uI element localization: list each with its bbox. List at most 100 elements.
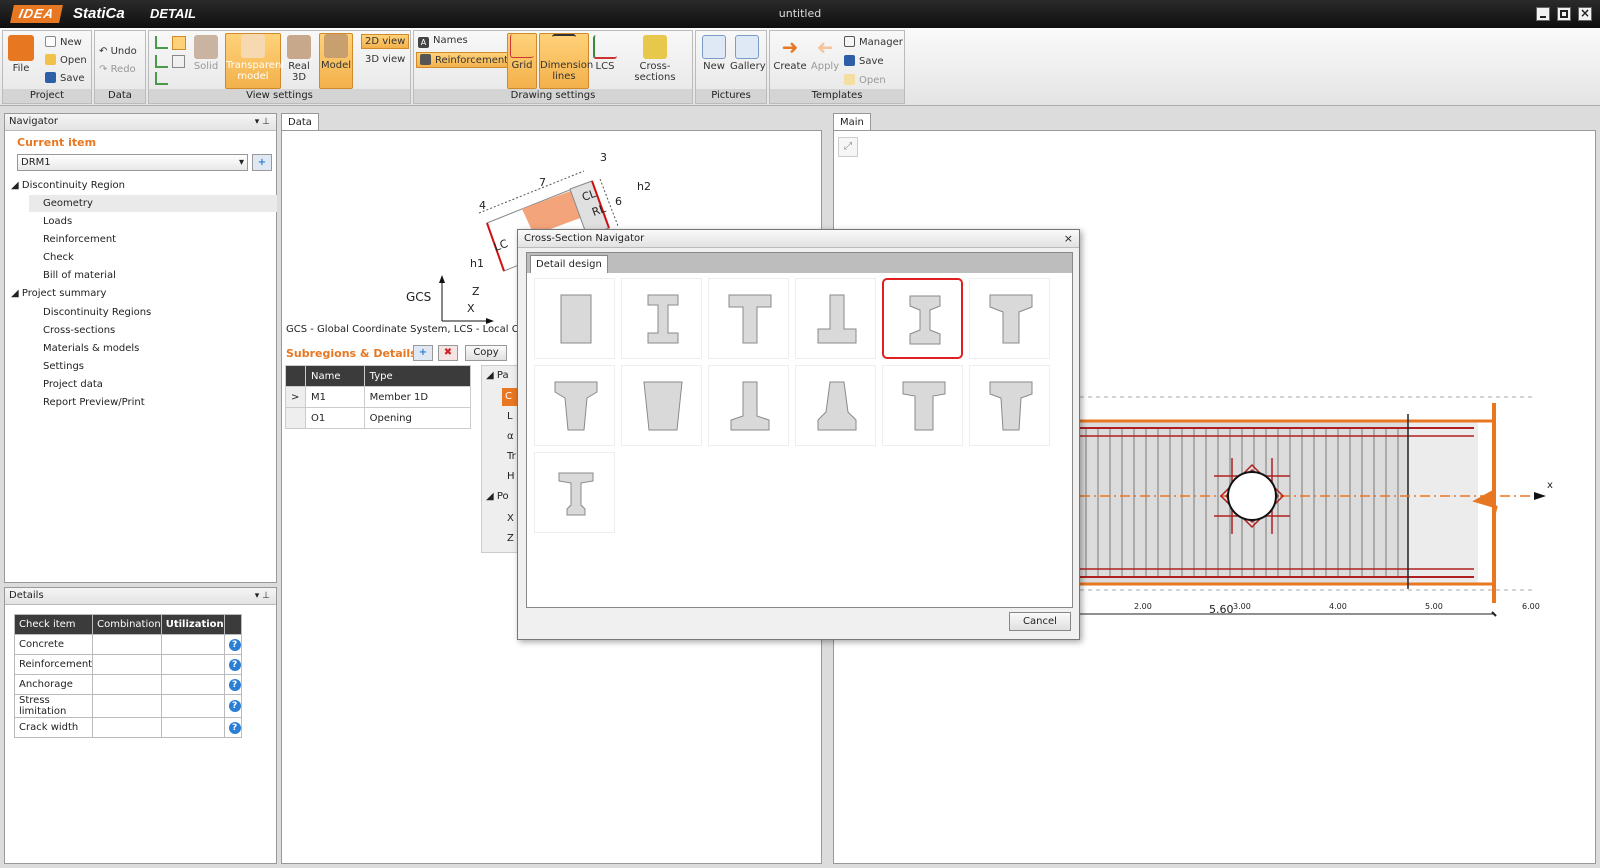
tab-detail-design[interactable]: Detail design xyxy=(530,255,608,273)
shape-rectangle[interactable] xyxy=(534,278,615,359)
shape-inverted-t[interactable] xyxy=(795,278,876,359)
model-button[interactable]: Model xyxy=(319,33,353,89)
axes-icon[interactable] xyxy=(155,36,168,49)
property-t[interactable]: Tr xyxy=(507,451,516,462)
properties-section-2[interactable]: ◢ Po xyxy=(486,491,509,502)
shape-inverted-t-haunched[interactable] xyxy=(795,365,876,446)
property-alpha[interactable]: α xyxy=(507,431,514,442)
details-row[interactable]: Crack width? xyxy=(13,717,242,738)
new-project-button[interactable]: New xyxy=(45,36,82,48)
create-template-button[interactable]: ➜ Create xyxy=(772,35,808,72)
node-4-label: 4 xyxy=(479,199,486,212)
tree-item-check[interactable]: Check xyxy=(43,252,74,263)
help-icon[interactable]: ? xyxy=(228,678,241,691)
shape-t-beam-tapered[interactable] xyxy=(969,365,1050,446)
cancel-button[interactable]: Cancel xyxy=(1009,612,1071,631)
undo-button[interactable]: ↶ Undo xyxy=(99,46,137,57)
group-label-pictures: Pictures xyxy=(696,89,766,103)
copy-button[interactable]: Copy xyxy=(465,345,507,361)
tree-item-cross-sections[interactable]: Cross-sections xyxy=(43,325,115,336)
new-picture-button[interactable]: New xyxy=(700,35,728,72)
table-row[interactable]: > M1 Member 1D xyxy=(285,386,472,408)
open-project-button[interactable]: Open xyxy=(45,54,87,66)
property-l[interactable]: L xyxy=(507,411,513,422)
shape-t-beam[interactable] xyxy=(708,278,789,359)
gallery-button[interactable]: Gallery xyxy=(730,35,766,72)
pin-icon[interactable]: ▾ ⊥ xyxy=(255,588,270,604)
shape-t-beam-haunched[interactable] xyxy=(969,278,1050,359)
current-item-select[interactable]: DRM1 ▾ xyxy=(17,154,248,171)
help-icon[interactable]: ? xyxy=(228,721,241,734)
collapse-icon: ◢ xyxy=(486,370,497,381)
grid-button[interactable]: Grid xyxy=(507,33,537,89)
transparent-model-button[interactable]: Transparent model xyxy=(225,33,285,89)
details-row[interactable]: Reinforcement? xyxy=(13,654,242,675)
cube-icon[interactable] xyxy=(172,55,185,68)
shape-i-beam-small[interactable] xyxy=(534,452,615,533)
shape-tapered-t[interactable] xyxy=(534,365,615,446)
help-icon[interactable]: ? xyxy=(228,658,241,671)
solid-button[interactable]: Solid xyxy=(191,35,221,72)
close-icon[interactable]: × xyxy=(1064,230,1073,248)
axes-active-icon[interactable] xyxy=(172,36,186,50)
tree-item-discontinuity-regions[interactable]: Discontinuity Regions xyxy=(43,307,151,318)
axes-small-icon[interactable] xyxy=(155,72,168,85)
pin-icon[interactable]: ▾ ⊥ xyxy=(255,114,270,130)
help-icon[interactable]: ? xyxy=(228,638,241,651)
lcs-button[interactable]: LCS xyxy=(592,35,618,72)
names-button[interactable]: A Names xyxy=(418,35,468,48)
shape-i-beam-haunched[interactable] xyxy=(882,278,963,359)
title-bar: IDEA StatiCa DETAIL untitled × xyxy=(0,0,1600,28)
minimize-button[interactable] xyxy=(1536,7,1550,21)
tree-discontinuity-region[interactable]: ◢ Discontinuity Region xyxy=(11,180,125,191)
plus-icon: + xyxy=(257,157,267,168)
shape-trapezoid-icon xyxy=(643,381,683,431)
shape-inverted-t-tall-icon xyxy=(730,381,770,431)
tree-item-project-data[interactable]: Project data xyxy=(43,379,103,390)
maximize-button[interactable] xyxy=(1557,7,1571,21)
tree-item-materials-models[interactable]: Materials & models xyxy=(43,343,139,354)
tree-item-loads[interactable]: Loads xyxy=(43,216,72,227)
shape-trapezoid[interactable] xyxy=(621,365,702,446)
tree-item-settings[interactable]: Settings xyxy=(43,361,84,372)
reinforcement-button[interactable]: Reinforcement xyxy=(416,52,513,68)
close-window-button[interactable]: × xyxy=(1578,6,1592,21)
shape-i-beam[interactable] xyxy=(621,278,702,359)
add-item-button[interactable]: + xyxy=(252,154,272,171)
add-subregion-button[interactable]: + xyxy=(413,345,433,361)
subregions-label: Subregions & Details xyxy=(286,347,417,360)
tab-data[interactable]: Data xyxy=(281,113,319,130)
axes-3d-icon[interactable] xyxy=(155,55,168,68)
save-project-button[interactable]: Save xyxy=(45,72,85,84)
apply-template-button[interactable]: ➜ Apply xyxy=(810,35,840,72)
redo-button[interactable]: ↷ Redo xyxy=(99,64,136,75)
2d-view-button[interactable]: 2D view xyxy=(361,34,410,49)
real-3d-button[interactable]: Real 3D xyxy=(285,35,313,83)
details-row[interactable]: Concrete? xyxy=(13,634,242,655)
properties-section-1[interactable]: ◢ Pa xyxy=(486,370,509,381)
cross-sections-button[interactable]: Cross-sections xyxy=(620,35,690,83)
tab-main[interactable]: Main xyxy=(833,113,871,130)
tree-item-reinforcement[interactable]: Reinforcement xyxy=(43,234,116,245)
property-z[interactable]: Z xyxy=(507,533,514,544)
details-row[interactable]: Anchorage? xyxy=(13,674,242,695)
delete-subregion-button[interactable]: ✖ xyxy=(438,345,458,361)
save-template-button[interactable]: Save xyxy=(844,55,884,67)
file-button[interactable]: File xyxy=(7,35,35,74)
reinforcement-icon xyxy=(420,54,431,65)
open-template-button[interactable]: Open xyxy=(844,74,886,86)
grid-icon xyxy=(510,34,534,58)
property-x[interactable]: X xyxy=(507,513,514,524)
details-row[interactable]: Stress limitation? xyxy=(13,694,242,718)
shape-t-beam-wide[interactable] xyxy=(882,365,963,446)
dimension-lines-button[interactable]: Dimension lines xyxy=(539,33,593,89)
tree-item-report-preview[interactable]: Report Preview/Print xyxy=(43,397,145,408)
template-manager-button[interactable]: Manager xyxy=(844,36,903,48)
tree-item-bill-of-material[interactable]: Bill of material xyxy=(43,270,116,281)
shape-inverted-t-tall[interactable] xyxy=(708,365,789,446)
help-icon[interactable]: ? xyxy=(228,700,241,712)
3d-view-button[interactable]: 3D view xyxy=(365,54,405,65)
property-h[interactable]: H xyxy=(507,471,515,482)
tree-project-summary[interactable]: ◢ Project summary xyxy=(11,288,106,299)
table-row[interactable]: O1 Opening xyxy=(285,407,472,429)
